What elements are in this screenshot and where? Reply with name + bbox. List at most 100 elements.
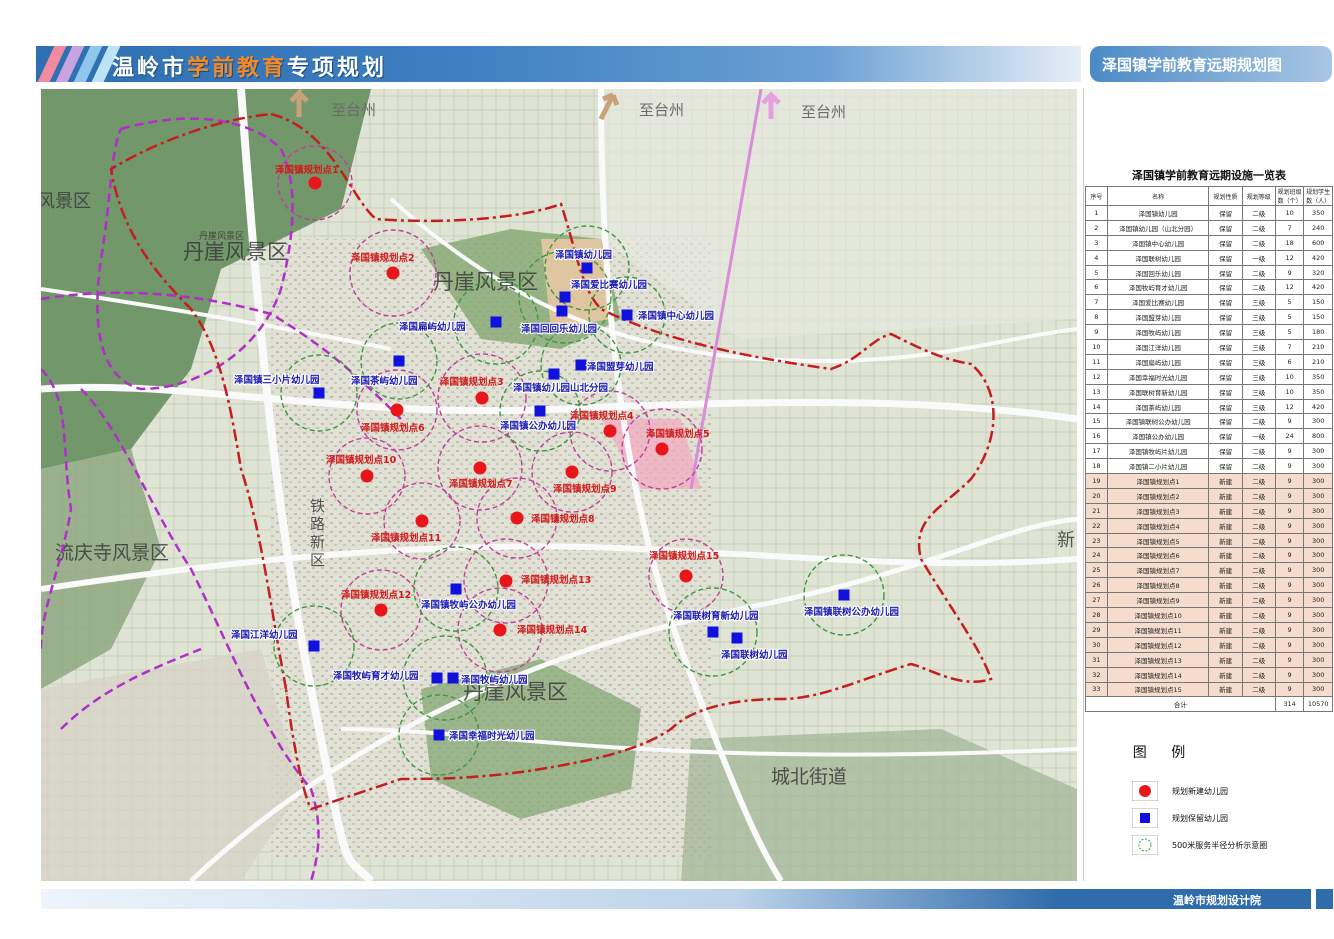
table-cell: 三级 bbox=[1241, 324, 1276, 341]
table-cell: 5 bbox=[1274, 309, 1305, 326]
kept-kindergarten-marker[interactable] bbox=[731, 632, 743, 644]
table-cell: 泽国镇规划点13 bbox=[1106, 651, 1210, 668]
map-view[interactable]: 至台州 至台州 至台州 风景区 丹崖风景区 丹崖风景区 丹崖风景区 流庆寺风景区… bbox=[41, 89, 1077, 881]
table-cell: 泽国镇幼儿园（山北分园） bbox=[1106, 219, 1210, 236]
kept-kindergarten-marker[interactable] bbox=[447, 672, 459, 684]
table-cell: 泽国镇规划点11 bbox=[1106, 621, 1210, 638]
table-cell: 300 bbox=[1303, 413, 1333, 430]
new-kindergarten-marker[interactable] bbox=[473, 461, 487, 475]
table-cell: 9 bbox=[1274, 502, 1305, 519]
table-row: 8 泽国盟芽幼儿园 保留 三级 5 150 bbox=[1085, 309, 1333, 326]
table-cell: 新建 bbox=[1208, 636, 1243, 653]
table-cell: 泽国镇规划点6 bbox=[1106, 547, 1210, 564]
table-cell: 10 bbox=[1274, 205, 1305, 221]
area-label: 流庆寺风景区 bbox=[55, 542, 169, 564]
dashed-circle-icon bbox=[1132, 835, 1158, 855]
kept-kindergarten-marker[interactable] bbox=[621, 309, 633, 321]
table-cell: 保留 bbox=[1208, 279, 1243, 296]
table-cell: 三级 bbox=[1241, 368, 1276, 385]
table-cell: 9 bbox=[1274, 577, 1305, 594]
table-cell: 保留 bbox=[1208, 205, 1243, 221]
table-row: 19 泽国镇规划点1 新建 二级 9 300 bbox=[1085, 473, 1333, 489]
table-cell: 泽国镇规划点4 bbox=[1106, 517, 1210, 534]
table-row: 7 泽国爱比赛幼儿园 保留 三级 5 150 bbox=[1085, 294, 1333, 311]
table-cell: 7 bbox=[1085, 294, 1108, 311]
new-kindergarten-label: 泽国镇规划点3 bbox=[440, 376, 504, 388]
new-kindergarten-marker[interactable] bbox=[603, 424, 617, 438]
kept-kindergarten-marker[interactable] bbox=[433, 729, 445, 741]
new-kindergarten-marker[interactable] bbox=[386, 266, 400, 280]
new-kindergarten-label: 泽国镇规划点15 bbox=[649, 550, 719, 562]
new-kindergarten-label: 泽国镇规划点8 bbox=[531, 513, 595, 525]
table-cell: 二级 bbox=[1241, 532, 1276, 549]
kept-kindergarten-marker[interactable] bbox=[393, 355, 405, 367]
table-row: 25 泽国镇规划点7 新建 二级 9 300 bbox=[1085, 562, 1333, 579]
new-kindergarten-marker[interactable] bbox=[655, 442, 669, 456]
table-cell: 12 bbox=[1274, 249, 1305, 266]
table-row: 33 泽国镇规划点15 新建 二级 9 300 bbox=[1085, 681, 1333, 698]
map-title-box: 泽国镇学前教育远期规划图 bbox=[1090, 46, 1332, 82]
kept-kindergarten-label: 泽国镇牧屿公办幼儿园 bbox=[421, 599, 516, 611]
new-kindergarten-marker[interactable] bbox=[499, 574, 513, 588]
table-cell: 泽国盟芽幼儿园 bbox=[1106, 309, 1210, 326]
kept-kindergarten-marker[interactable] bbox=[490, 316, 502, 328]
table-cell: 二级 bbox=[1241, 443, 1276, 460]
red-dot-icon bbox=[1132, 781, 1158, 801]
table-row: 3 泽国镇中心幼儿园 保留 二级 18 600 bbox=[1085, 234, 1333, 251]
new-kindergarten-marker[interactable] bbox=[565, 465, 579, 479]
kept-kindergarten-marker[interactable] bbox=[313, 387, 325, 399]
kept-kindergarten-marker[interactable] bbox=[559, 291, 571, 303]
new-kindergarten-marker[interactable] bbox=[360, 469, 374, 483]
new-kindergarten-label: 泽国镇规划点5 bbox=[646, 428, 710, 440]
table-cell: 新建 bbox=[1208, 621, 1243, 638]
new-kindergarten-marker[interactable] bbox=[308, 176, 322, 190]
kept-kindergarten-marker[interactable] bbox=[548, 368, 560, 380]
new-kindergarten-marker[interactable] bbox=[374, 603, 388, 617]
side-panel: 泽国镇学前教育远期设施一览表 序号 名称 规划性质 规划等级 规划班级数（个） … bbox=[1083, 89, 1334, 881]
kept-kindergarten-marker[interactable] bbox=[431, 672, 443, 684]
kept-kindergarten-label: 泽国扁屿幼儿园 bbox=[399, 321, 466, 333]
table-cell: 保留 bbox=[1208, 368, 1243, 385]
table-cell: 32 bbox=[1085, 666, 1108, 683]
table-cell: 二级 bbox=[1241, 666, 1276, 683]
new-kindergarten-label: 泽国镇规划点1 bbox=[275, 164, 339, 176]
new-kindergarten-label: 泽国镇规划点7 bbox=[449, 478, 513, 490]
kept-kindergarten-marker[interactable] bbox=[308, 640, 320, 652]
table-cell: 13 bbox=[1085, 383, 1108, 400]
table-cell: 二级 bbox=[1241, 205, 1276, 221]
kept-kindergarten-marker[interactable] bbox=[450, 583, 462, 595]
kept-kindergarten-marker[interactable] bbox=[534, 405, 546, 417]
table-cell: 33 bbox=[1085, 681, 1108, 698]
kept-kindergarten-marker[interactable] bbox=[707, 626, 719, 638]
new-kindergarten-marker[interactable] bbox=[679, 569, 693, 583]
table-cell: 泽国镇规划点9 bbox=[1106, 592, 1210, 609]
table-cell: 24 bbox=[1274, 428, 1305, 445]
new-kindergarten-marker[interactable] bbox=[390, 403, 404, 417]
table-cell: 9 bbox=[1085, 324, 1108, 341]
kept-kindergarten-label: 泽国江洋幼儿园 bbox=[231, 629, 298, 641]
table-row: 14 泽国茶屿幼儿园 保留 三级 12 420 bbox=[1085, 398, 1333, 415]
table-title: 泽国镇学前教育远期设施一览表 bbox=[1132, 169, 1286, 182]
facility-table: 序号 名称 规划性质 规划等级 规划班级数（个） 规划学生数（人） 1 泽国镇幼儿… bbox=[1085, 186, 1333, 713]
new-kindergarten-marker[interactable] bbox=[493, 623, 507, 637]
new-kindergarten-marker[interactable] bbox=[475, 391, 489, 405]
kept-kindergarten-marker[interactable] bbox=[575, 359, 587, 371]
kept-kindergarten-marker[interactable] bbox=[556, 305, 568, 317]
table-cell: 9 bbox=[1274, 681, 1305, 698]
table-row: 10 泽国江洋幼儿园 保留 三级 7 210 bbox=[1085, 339, 1333, 355]
table-cell: 300 bbox=[1303, 681, 1333, 698]
table-cell: 30 bbox=[1085, 636, 1108, 653]
table-cell: 19 bbox=[1085, 473, 1108, 489]
table-cell: 新建 bbox=[1208, 681, 1243, 698]
new-kindergarten-marker[interactable] bbox=[510, 511, 524, 525]
table-cell: 9 bbox=[1274, 517, 1305, 534]
table-cell: 三级 bbox=[1241, 383, 1276, 400]
kept-kindergarten-marker[interactable] bbox=[581, 262, 593, 274]
kept-kindergarten-marker[interactable] bbox=[838, 589, 850, 601]
table-row: 31 泽国镇规划点13 新建 二级 9 300 bbox=[1085, 651, 1333, 668]
table-cell: 320 bbox=[1303, 264, 1333, 281]
new-kindergarten-marker[interactable] bbox=[415, 514, 429, 528]
table-cell: 新建 bbox=[1208, 562, 1243, 579]
table-cell: 泽国镇规划点2 bbox=[1106, 487, 1210, 504]
table-cell: 9 bbox=[1274, 547, 1305, 564]
